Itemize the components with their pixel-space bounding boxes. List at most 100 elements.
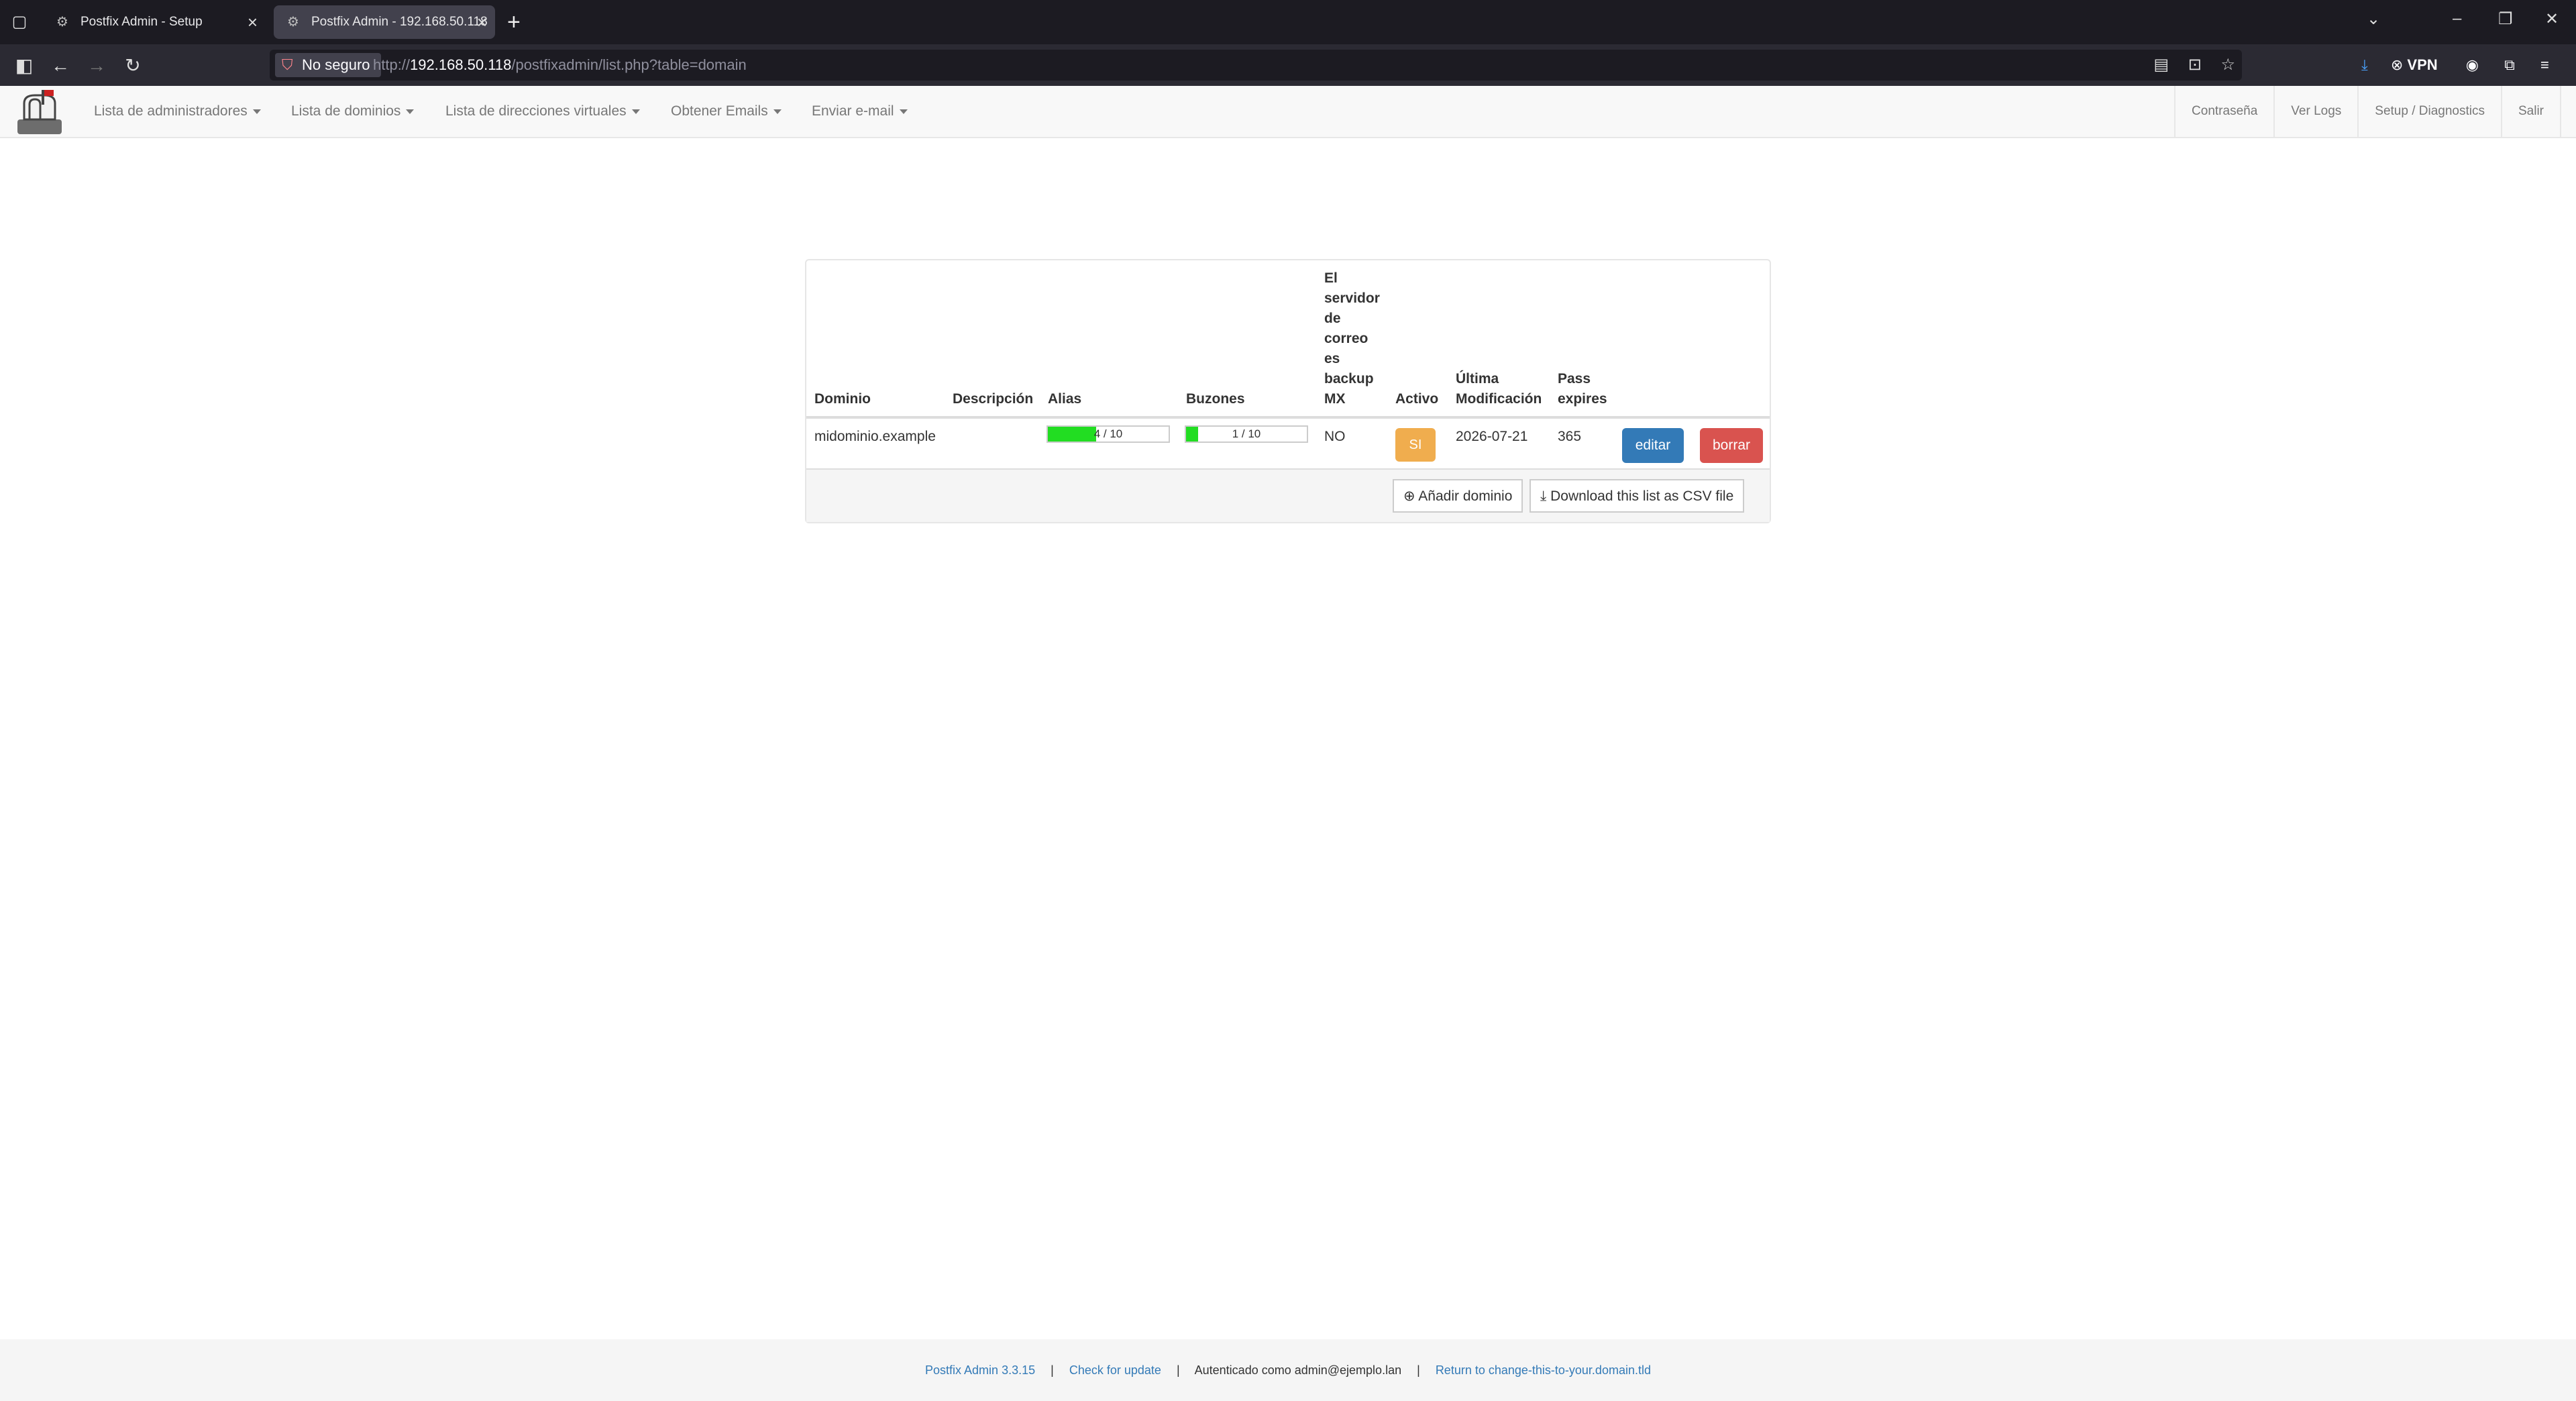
reader-view-icon[interactable]: ▤ bbox=[2153, 56, 2169, 74]
tab-list-icon[interactable]: ▢ bbox=[9, 12, 30, 32]
new-tab-icon[interactable]: + bbox=[507, 7, 521, 38]
download-csv-button[interactable]: ⤓ Download this list as CSV file bbox=[1529, 479, 1745, 513]
header-domain[interactable]: Dominio bbox=[814, 389, 871, 409]
header-aliases[interactable]: Alias bbox=[1048, 389, 1081, 409]
logged-in-text: Autenticado como admin@ejemplo.lan bbox=[1194, 1363, 1402, 1377]
bookmark-star-icon[interactable]: ☆ bbox=[2220, 56, 2235, 74]
tab-close-icon[interactable]: × bbox=[477, 5, 487, 39]
footer-separator: | bbox=[1176, 1363, 1180, 1377]
shield-warning-icon: ⛉ bbox=[282, 56, 293, 73]
header-mailboxes[interactable]: Buzones bbox=[1186, 389, 1245, 409]
caret-down-icon bbox=[899, 109, 908, 114]
security-indicator[interactable]: ⛉ No seguro bbox=[275, 53, 381, 77]
page-save-icon[interactable]: ⊡ bbox=[2188, 56, 2202, 74]
footer-separator: | bbox=[1051, 1363, 1054, 1377]
caret-down-icon bbox=[252, 109, 261, 114]
header-line: Última bbox=[1456, 371, 1499, 386]
add-domain-label: Añadir dominio bbox=[1418, 488, 1513, 504]
header-pass-expires[interactable]: Pass expires bbox=[1558, 369, 1607, 409]
tab-overflow-chevron-icon[interactable]: ⌄ bbox=[2367, 9, 2380, 29]
account-icon[interactable]: ◉ bbox=[2466, 56, 2479, 73]
url-text[interactable]: http://192.168.50.118/postfixadmin/list.… bbox=[373, 50, 747, 81]
page-footer: Postfix Admin 3.3.15 | Check for update … bbox=[0, 1339, 2576, 1401]
header-line: de bbox=[1324, 311, 1341, 326]
extensions-icon[interactable]: ⧉ bbox=[2504, 56, 2515, 73]
header-backup-mx[interactable]: El servidor de correo es backup MX bbox=[1324, 268, 1380, 409]
header-modified[interactable]: Última Modificación bbox=[1456, 369, 1542, 409]
url-path: /postfixadmin/list.php?table=domain bbox=[511, 56, 747, 73]
edit-button[interactable]: editar bbox=[1622, 428, 1684, 463]
pass-expires-value: 365 bbox=[1558, 429, 1582, 444]
tab-close-icon[interactable]: × bbox=[248, 5, 258, 39]
postfix-logo[interactable] bbox=[15, 89, 64, 136]
url-host: 192.168.50.118 bbox=[410, 56, 512, 73]
browser-tab-setup[interactable]: ⚙ Postfix Admin - Setup × bbox=[43, 5, 266, 39]
menu-virtual-list[interactable]: Lista de direcciones virtuales bbox=[445, 86, 640, 137]
logout-button[interactable]: Salir bbox=[2500, 86, 2561, 138]
tab-favicon-icon: ⚙ bbox=[56, 15, 68, 30]
menu-send-email[interactable]: Enviar e-mail bbox=[812, 86, 908, 137]
menu-fetch-emails[interactable]: Obtener Emails bbox=[671, 86, 782, 137]
browser-tab-bar: ▢ ⚙ Postfix Admin - Setup × ⚙ Postfix Ad… bbox=[0, 0, 2576, 44]
csv-label: Download this list as CSV file bbox=[1550, 488, 1734, 504]
menu-admin-list[interactable]: Lista de administradores bbox=[94, 86, 261, 137]
menu-domain-list[interactable]: Lista de dominios bbox=[291, 86, 415, 137]
app-navbar: Lista de administradores Lista de domini… bbox=[0, 86, 2576, 138]
vpn-button[interactable]: ⊗ VPN bbox=[2391, 56, 2438, 73]
menu-label: Obtener Emails bbox=[671, 103, 768, 119]
domain-link[interactable]: midominio.example bbox=[814, 427, 936, 447]
mailboxes-quota-text: 1 / 10 bbox=[1232, 427, 1261, 440]
caret-down-icon bbox=[773, 109, 782, 114]
close-window-icon[interactable]: ✕ bbox=[2545, 9, 2559, 29]
header-divider bbox=[806, 416, 1770, 419]
forward-icon[interactable]: → bbox=[83, 52, 110, 79]
minimize-icon[interactable]: – bbox=[2453, 9, 2461, 28]
footer-separator: | bbox=[1417, 1363, 1420, 1377]
check-update-link[interactable]: Check for update bbox=[1069, 1363, 1161, 1377]
url-bar-icons: ▤ ⊡ ☆ bbox=[2153, 50, 2235, 81]
downloads-icon[interactable]: ⤓ bbox=[2361, 56, 2368, 73]
header-line: servidor bbox=[1324, 291, 1380, 306]
right-nav: Contraseña Ver Logs Setup / Diagnostics … bbox=[2174, 86, 2561, 138]
toolbar-right: ⤓ ⊗ VPN ◉ ⧉ ≡ bbox=[2361, 44, 2549, 86]
view-logs-button[interactable]: Ver Logs bbox=[2273, 86, 2357, 138]
tab-title: Postfix Admin - Setup bbox=[80, 15, 203, 29]
export-icon: ⤓ bbox=[1540, 488, 1547, 504]
vpn-label: VPN bbox=[2407, 56, 2438, 73]
password-button[interactable]: Contraseña bbox=[2174, 86, 2273, 138]
setup-diagnostics-button[interactable]: Setup / Diagnostics bbox=[2357, 86, 2501, 138]
aliases-quota-bar[interactable]: 4 / 10 bbox=[1046, 425, 1170, 443]
browser-nav-bar: ◧ ← → ↻ ⛉ No seguro http://192.168.50.11… bbox=[0, 44, 2576, 86]
url-scheme: http:// bbox=[373, 56, 411, 73]
header-active[interactable]: Activo bbox=[1395, 389, 1438, 409]
version-link[interactable]: Postfix Admin 3.3.15 bbox=[925, 1363, 1035, 1377]
delete-button[interactable]: borrar bbox=[1700, 428, 1763, 463]
mailboxes-quota-bar[interactable]: 1 / 10 bbox=[1185, 425, 1308, 443]
tab-title: Postfix Admin - 192.168.50.118 bbox=[311, 15, 488, 29]
return-domain-link[interactable]: Return to change-this-to-your.domain.tld bbox=[1436, 1363, 1651, 1377]
header-description[interactable]: Descripción bbox=[953, 389, 1033, 409]
header-line: correo bbox=[1324, 331, 1368, 346]
add-domain-button[interactable]: ⊕ Añadir dominio bbox=[1393, 479, 1523, 513]
plus-circle-icon: ⊕ bbox=[1403, 488, 1415, 504]
backup-mx-value: NO bbox=[1324, 429, 1346, 444]
menu-label: Lista de administradores bbox=[94, 103, 248, 119]
menu-label: Enviar e-mail bbox=[812, 103, 894, 119]
menu-label: Lista de dominios bbox=[291, 103, 401, 119]
active-status-badge[interactable]: SI bbox=[1395, 428, 1436, 462]
menu-label: Lista de direcciones virtuales bbox=[445, 103, 627, 119]
menu-icon[interactable]: ≡ bbox=[2540, 56, 2549, 73]
back-icon[interactable]: ← bbox=[47, 52, 74, 79]
url-bar[interactable]: ⛉ No seguro http://192.168.50.118/postfi… bbox=[270, 50, 2242, 81]
aliases-quota-text: 4 / 10 bbox=[1093, 427, 1123, 440]
browser-tab-active[interactable]: ⚙ Postfix Admin - 192.168.50.118 × bbox=[274, 5, 495, 39]
header-line: es bbox=[1324, 351, 1340, 366]
header-line: Modificación bbox=[1456, 391, 1542, 407]
header-line: expires bbox=[1558, 391, 1607, 407]
restore-icon[interactable]: ❐ bbox=[2498, 9, 2513, 29]
security-label: No seguro bbox=[302, 56, 370, 73]
tab-favicon-icon: ⚙ bbox=[287, 15, 299, 30]
sidebar-toggle-icon[interactable]: ◧ bbox=[11, 52, 38, 79]
modified-date: 2026-07-21 bbox=[1456, 429, 1528, 444]
reload-icon[interactable]: ↻ bbox=[119, 52, 146, 79]
